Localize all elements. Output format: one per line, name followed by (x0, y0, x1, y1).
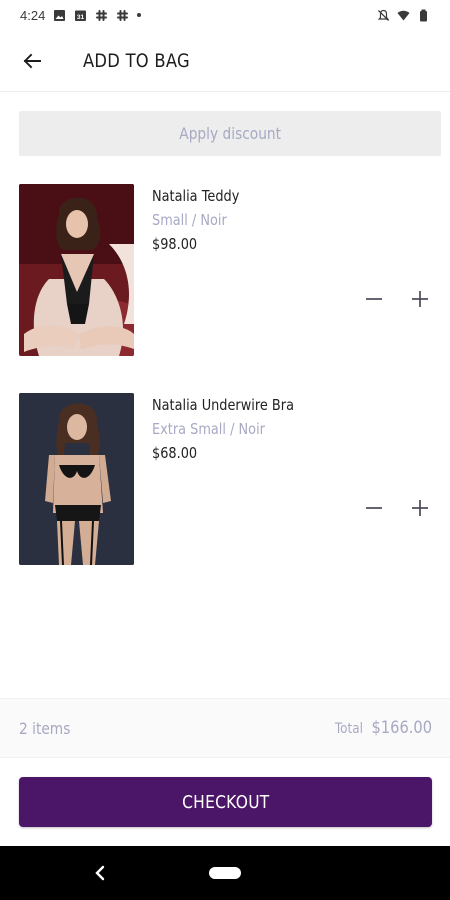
quantity-controls (363, 288, 431, 310)
total-label: Total (334, 721, 363, 737)
item-variant: Small / Noir (152, 211, 227, 229)
checkout-button[interactable]: CHECKOUT (19, 777, 432, 827)
plus-icon (412, 500, 428, 516)
product-image[interactable] (19, 393, 134, 565)
increase-quantity-button[interactable] (409, 288, 431, 310)
item-price: $98.00 (152, 235, 198, 253)
item-info: Natalia Underwire Bra Extra Small / Noir… (152, 395, 317, 463)
back-button[interactable] (0, 30, 64, 92)
increase-quantity-button[interactable] (409, 497, 431, 519)
apply-discount-button[interactable]: Apply discount (19, 111, 441, 156)
order-summary: 2 items Total $166.00 (0, 698, 450, 758)
minus-icon (366, 507, 382, 509)
product-image[interactable] (19, 184, 134, 356)
plus-icon (412, 291, 428, 307)
item-name[interactable]: Natalia Underwire Bra (152, 395, 294, 415)
calendar-icon: 31 (74, 9, 87, 22)
nav-back-icon[interactable] (92, 863, 108, 883)
cart-item: Natalia Teddy Small / Noir $98.00 (19, 184, 431, 356)
item-name[interactable]: Natalia Teddy (152, 186, 239, 206)
battery-icon (417, 9, 430, 22)
item-variant: Extra Small / Noir (152, 420, 265, 438)
status-bar: 4:24 31 (0, 0, 450, 30)
nav-home-icon[interactable] (209, 867, 241, 879)
decrease-quantity-button[interactable] (363, 497, 385, 519)
status-right (377, 9, 430, 22)
mute-icon (377, 9, 390, 22)
total: Total $166.00 (335, 718, 432, 738)
apply-discount-label: Apply discount (179, 124, 281, 143)
quantity-controls (363, 497, 431, 519)
product-photo-icon (19, 184, 134, 356)
image-icon (53, 9, 66, 22)
minus-icon (366, 298, 382, 300)
item-info: Natalia Teddy Small / Noir $98.00 (152, 186, 254, 254)
decrease-quantity-button[interactable] (363, 288, 385, 310)
checkout-label: CHECKOUT (181, 791, 270, 813)
status-time: 4:24 (20, 7, 46, 23)
page-title: ADD TO BAG (83, 49, 190, 72)
cart-item: Natalia Underwire Bra Extra Small / Noir… (19, 393, 431, 565)
slack-icon (116, 9, 129, 22)
app-header: ADD TO BAG (0, 30, 450, 92)
wifi-icon (397, 9, 410, 22)
notification-dot-icon (137, 13, 142, 17)
status-left: 4:24 31 (20, 7, 142, 23)
calendar-day: 31 (77, 14, 85, 21)
total-value: $166.00 (371, 718, 432, 738)
item-price: $68.00 (152, 444, 198, 462)
product-photo-icon (19, 393, 134, 565)
slack-icon (95, 9, 108, 22)
system-nav-bar (0, 846, 450, 900)
items-count: 2 items (19, 718, 71, 738)
arrow-left-icon (23, 53, 41, 68)
